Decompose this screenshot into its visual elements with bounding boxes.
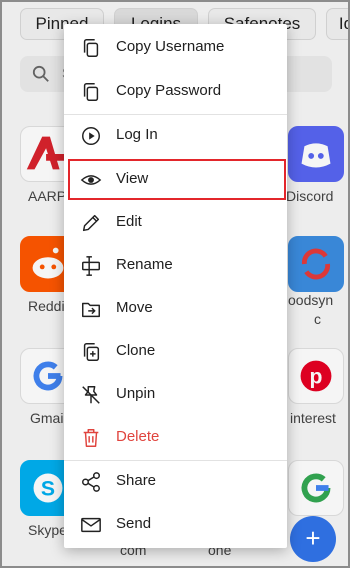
menu-label: Delete [116, 428, 160, 445]
pencil-icon [82, 214, 100, 232]
view-highlight-box [68, 159, 286, 200]
share-icon [82, 472, 100, 492]
copy-icon [83, 83, 99, 101]
menu-item-copy-username[interactable]: Copy Username [64, 26, 287, 69]
menu-label: Move [116, 299, 153, 316]
envelope-icon [81, 517, 101, 533]
folder-move-icon [82, 302, 100, 318]
add-item-button[interactable]: + [290, 516, 336, 562]
menu-label: Rename [116, 256, 173, 273]
menu-item-copy-password[interactable]: Copy Password [64, 70, 287, 113]
menu-item-send[interactable]: Send [64, 503, 287, 546]
app-frame: Pinned Logins Safenotes Id S AARP Discor… [0, 0, 350, 568]
context-menu: Copy Username Copy Password Log In View … [64, 24, 287, 548]
menu-label: Clone [116, 342, 156, 359]
menu-label: Unpin [116, 385, 156, 402]
menu-label: Share [116, 472, 157, 489]
trash-icon [83, 429, 99, 447]
play-circle-icon [82, 127, 100, 145]
menu-item-edit[interactable]: Edit [64, 201, 287, 244]
menu-label: Send [116, 515, 152, 532]
menu-label: Edit [116, 213, 142, 230]
menu-item-delete[interactable]: Delete [64, 416, 287, 459]
menu-label: Copy Password [116, 82, 222, 99]
menu-label: Copy Username [116, 38, 225, 55]
menu-item-log-in[interactable]: Log In [64, 114, 287, 157]
menu-item-unpin[interactable]: Unpin [64, 373, 287, 416]
unpin-icon [82, 386, 100, 404]
menu-item-move[interactable]: Move [64, 287, 287, 330]
rename-icon [82, 256, 100, 276]
menu-item-rename[interactable]: Rename [64, 244, 287, 287]
menu-label: Log In [116, 126, 158, 143]
menu-item-share[interactable]: Share [64, 460, 287, 503]
clone-icon [83, 343, 100, 361]
copy-icon [83, 39, 99, 57]
menu-item-clone[interactable]: Clone [64, 330, 287, 373]
